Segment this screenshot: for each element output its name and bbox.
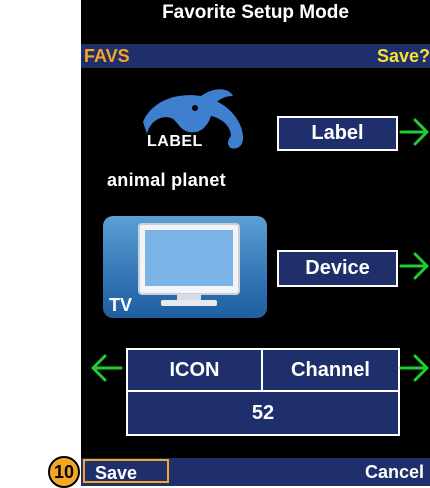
save-prompt[interactable]: Save?	[377, 44, 430, 68]
screen-title: Favorite Setup Mode	[81, 0, 430, 25]
channel-number[interactable]: 52	[128, 392, 398, 434]
right-arrow-icon[interactable]	[399, 250, 430, 282]
icon-tab[interactable]: ICON	[128, 350, 263, 390]
step-number-badge: 10	[48, 456, 80, 488]
logo-overlay-label: LABEL	[147, 133, 203, 150]
device-button[interactable]: Device	[277, 250, 398, 287]
channel-tab[interactable]: Channel	[263, 350, 398, 390]
channel-box: ICON Channel 52	[126, 348, 400, 436]
bottom-bar: Save Cancel	[81, 458, 430, 486]
cancel-button[interactable]: Cancel	[365, 458, 424, 486]
right-arrow-icon[interactable]	[399, 116, 430, 148]
device-screen: Favorite Setup Mode FAVS Save? LABEL ani…	[81, 0, 430, 486]
tv-label: TV	[109, 295, 133, 315]
header-bar: FAVS Save?	[81, 44, 430, 68]
favs-label: FAVS	[84, 46, 130, 66]
save-button[interactable]: Save	[83, 459, 169, 483]
right-arrow-icon[interactable]	[399, 352, 430, 384]
channel-header-row: ICON Channel	[128, 350, 398, 392]
label-button[interactable]: Label	[277, 116, 398, 151]
brand-text: animal planet	[107, 170, 226, 190]
left-arrow-icon[interactable]	[87, 352, 123, 384]
